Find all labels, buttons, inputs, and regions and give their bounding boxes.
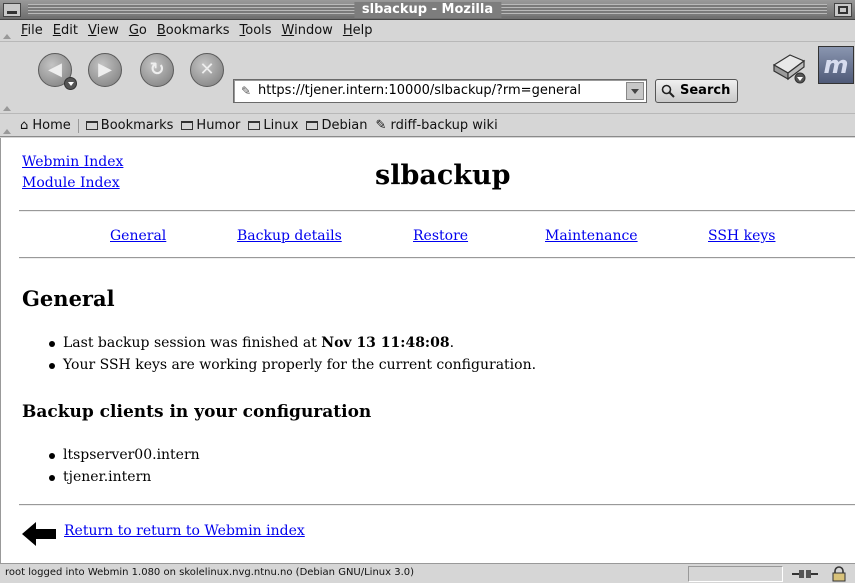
last-backup-time: Nov 13 11:48:08 <box>321 335 450 351</box>
section-heading-general: General <box>22 286 115 311</box>
window-menu-button[interactable] <box>3 3 21 17</box>
tab-backup-details[interactable]: Backup details <box>237 228 342 244</box>
menu-bar: File Edit View Go Bookmarks Tools Window… <box>0 20 855 42</box>
window-maximize-button[interactable] <box>834 3 852 17</box>
stop-button[interactable]: ✕ <box>190 53 224 87</box>
mozilla-logo-icon[interactable]: m <box>818 46 854 84</box>
window-title: slbackup - Mozilla <box>353 2 502 18</box>
left-arrow-icon[interactable] <box>22 522 56 546</box>
bookmarks-label: Bookmarks <box>100 118 174 133</box>
online-status-icon[interactable] <box>792 568 818 580</box>
module-index-link[interactable]: Module Index <box>22 175 120 191</box>
forward-arrow-icon: ▶ <box>98 59 112 80</box>
menubar-grip-icon[interactable] <box>2 20 11 42</box>
status-bar: root logged into Webmin 1.080 on skoleli… <box>0 563 855 583</box>
url-input[interactable]: https://tjener.intern:10000/slbackup/?rm… <box>258 80 581 102</box>
back-history-dropdown-icon[interactable] <box>64 77 77 90</box>
navbar-grip-icon[interactable] <box>2 43 11 114</box>
page-title: slbackup <box>375 160 511 191</box>
tab-ssh-keys[interactable]: SSH keys <box>708 228 775 244</box>
folder-icon <box>306 121 319 130</box>
menu-view[interactable]: View <box>83 23 124 39</box>
search-button-label: Search <box>680 83 731 98</box>
bookmark-folder-label: Humor <box>196 118 241 133</box>
list-item-ssh-status: Your SSH keys are working properly for t… <box>49 354 536 376</box>
bookmark-folder-label: Debian <box>321 118 368 133</box>
menu-go[interactable]: Go <box>124 23 152 39</box>
home-button[interactable]: ⌂ Home <box>16 118 75 134</box>
divider <box>19 257 855 259</box>
page-proxy-icon[interactable]: ✎ <box>238 83 254 99</box>
menu-window[interactable]: Window <box>277 23 338 39</box>
url-bar[interactable]: ✎ https://tjener.intern:10000/slbackup/?… <box>233 79 647 103</box>
bookmark-rdiff-backup-wiki[interactable]: ✎ rdiff-backup wiki <box>372 118 502 134</box>
last-backup-prefix: Last backup session was finished at <box>63 335 322 351</box>
bookmark-folder-label: Linux <box>263 118 299 133</box>
menu-edit[interactable]: Edit <box>48 23 83 39</box>
menu-file[interactable]: File <box>16 23 48 39</box>
status-text: root logged into Webmin 1.080 on skoleli… <box>5 567 415 578</box>
tab-general[interactable]: General <box>110 228 166 244</box>
navigation-toolbar: ◀ ▶ ↻ ✕ ✎ https://tjener.intern:10000/sl… <box>0 43 855 114</box>
title-bar[interactable]: slbackup - Mozilla <box>0 0 855 20</box>
bookmark-link-icon: ✎ <box>375 118 391 133</box>
url-history-dropdown-icon[interactable] <box>626 82 644 100</box>
tab-restore[interactable]: Restore <box>413 228 468 244</box>
back-button[interactable]: ◀ <box>38 53 77 90</box>
magnifier-icon <box>661 84 675 98</box>
tab-maintenance[interactable]: Maintenance <box>545 228 638 244</box>
reload-button[interactable]: ↻ <box>140 53 174 87</box>
home-label: Home <box>32 118 71 133</box>
folder-icon <box>248 121 261 130</box>
reload-icon: ↻ <box>149 59 165 80</box>
clients-list: ltspserver00.intern tjener.intern <box>49 444 200 488</box>
section-heading-clients: Backup clients in your configuration <box>22 402 372 422</box>
page-content: Webmin Index Module Index slbackup Gener… <box>0 138 855 563</box>
bookmark-folder-humor[interactable]: Humor <box>177 118 244 134</box>
menu-bookmarks[interactable]: Bookmarks <box>152 23 235 39</box>
home-icon: ⌂ <box>20 118 33 133</box>
divider <box>19 504 855 506</box>
bookmark-folder-linux[interactable]: Linux <box>244 118 302 134</box>
lock-icon[interactable] <box>832 566 846 582</box>
stop-icon: ✕ <box>199 59 215 80</box>
personal-toolbar: ⌂ Home Bookmarks Humor Linux Debian ✎ rd… <box>0 115 855 137</box>
list-item-last-backup: Last backup session was finished at Nov … <box>49 332 536 354</box>
personalbar-grip-icon[interactable] <box>2 115 11 137</box>
forward-button[interactable]: ▶ <box>88 53 122 87</box>
menu-help[interactable]: Help <box>338 23 378 39</box>
list-item: tjener.intern <box>49 466 200 488</box>
bookmarks-button[interactable]: Bookmarks <box>82 118 178 134</box>
print-icon[interactable] <box>770 51 808 85</box>
bookmark-folder-debian[interactable]: Debian <box>302 118 371 134</box>
folder-icon <box>85 121 98 130</box>
folder-icon <box>181 121 194 130</box>
search-button[interactable]: Search <box>655 79 738 103</box>
status-panel <box>688 566 783 582</box>
return-link[interactable]: Return to return to Webmin index <box>64 523 305 539</box>
list-item: ltspserver00.intern <box>49 444 200 466</box>
menu-tools[interactable]: Tools <box>235 23 277 39</box>
last-backup-suffix: . <box>449 335 455 351</box>
toolbar-separator <box>77 119 79 133</box>
status-list: Last backup session was finished at Nov … <box>49 332 536 376</box>
webmin-index-link[interactable]: Webmin Index <box>22 154 123 170</box>
divider <box>19 210 855 212</box>
browser-window: slbackup - Mozilla File Edit View Go Boo… <box>0 0 855 583</box>
bookmark-link-label: rdiff-backup wiki <box>390 118 498 133</box>
